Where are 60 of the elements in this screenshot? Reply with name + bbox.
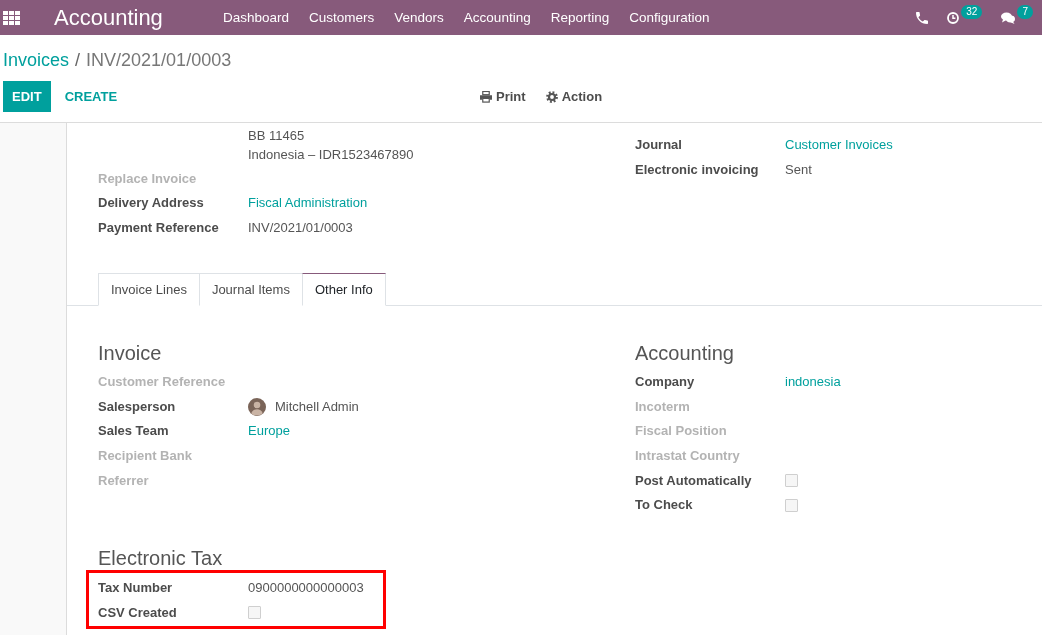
- field-value: Sent: [785, 161, 812, 178]
- menu-item[interactable]: Configuration: [619, 7, 720, 28]
- field-link[interactable]: Europe: [248, 423, 290, 440]
- checkbox[interactable]: [785, 474, 798, 488]
- gear-icon: [545, 90, 558, 103]
- field-label: Company: [635, 373, 695, 390]
- section-title: Invoice: [98, 341, 162, 365]
- menu-item[interactable]: Customers: [299, 7, 385, 28]
- print-button[interactable]: Print: [480, 87, 526, 106]
- edit-button[interactable]: EDIT: [3, 81, 51, 112]
- create-button[interactable]: CREATE: [54, 81, 128, 112]
- action-button[interactable]: Action: [545, 87, 603, 106]
- field-label: Fiscal Position: [635, 423, 727, 440]
- field-label: Electronic invoicing: [635, 161, 759, 178]
- notification-badge: 32: [961, 5, 983, 19]
- field-label: Customer Reference: [98, 373, 226, 390]
- printer-icon: [480, 90, 492, 103]
- field-value: 0900000000000003: [248, 579, 364, 596]
- field-label: Incoterm: [635, 398, 690, 415]
- breadcrumb-link[interactable]: Invoices: [3, 48, 70, 72]
- notification-badge: 7: [1017, 5, 1033, 19]
- address-line: BB 11465: [248, 127, 305, 145]
- field-label: Tax Number: [98, 579, 173, 596]
- field-label: Salesperson: [98, 398, 176, 415]
- avatar-icon: [248, 397, 266, 416]
- field-value: INV/2021/01/0003: [248, 219, 353, 236]
- apps-grid-icon[interactable]: [3, 10, 20, 25]
- field-link[interactable]: Customer Invoices: [785, 137, 893, 154]
- tab[interactable]: Other Info: [301, 273, 386, 306]
- section-title: Electronic Tax: [98, 545, 223, 570]
- checkbox[interactable]: [248, 606, 261, 620]
- menu-item[interactable]: Vendors: [384, 7, 454, 28]
- field-label: Referrer: [98, 472, 149, 489]
- menu-item[interactable]: Dashboard: [213, 7, 300, 28]
- clock-icon[interactable]: [947, 11, 960, 24]
- field-label: Post Automatically: [635, 472, 752, 489]
- field-label: Replace Invoice: [98, 170, 197, 187]
- tab[interactable]: Invoice Lines: [98, 273, 200, 306]
- user-name: Mitchell Admin: [275, 398, 359, 415]
- tab[interactable]: Journal Items: [198, 273, 303, 306]
- field-link[interactable]: Fiscal Administration: [248, 195, 368, 212]
- field-label: Payment Reference: [98, 219, 219, 236]
- field-link[interactable]: indonesia: [785, 373, 841, 390]
- field-label: Sales Team: [98, 423, 169, 440]
- record-title: INV/2021/01/0003: [86, 49, 232, 72]
- menu-item[interactable]: Reporting: [540, 7, 620, 28]
- section-title: Accounting: [635, 341, 734, 365]
- address-line: Indonesia – IDR1523467890: [248, 146, 414, 164]
- phone-icon[interactable]: [916, 11, 929, 24]
- field-label: Delivery Address: [98, 195, 204, 212]
- breadcrumb-separator: /: [75, 49, 81, 72]
- field-label: Recipient Bank: [98, 448, 192, 464]
- app-title: Accounting: [54, 5, 163, 30]
- field-label: To Check: [635, 497, 693, 514]
- field-label: Journal: [635, 137, 682, 154]
- field-label: CSV Created: [98, 604, 177, 621]
- field-label: Intrastat Country: [635, 448, 740, 464]
- chat-icon[interactable]: [1001, 11, 1016, 24]
- checkbox[interactable]: [785, 498, 798, 512]
- menu-item[interactable]: Accounting: [453, 7, 541, 28]
